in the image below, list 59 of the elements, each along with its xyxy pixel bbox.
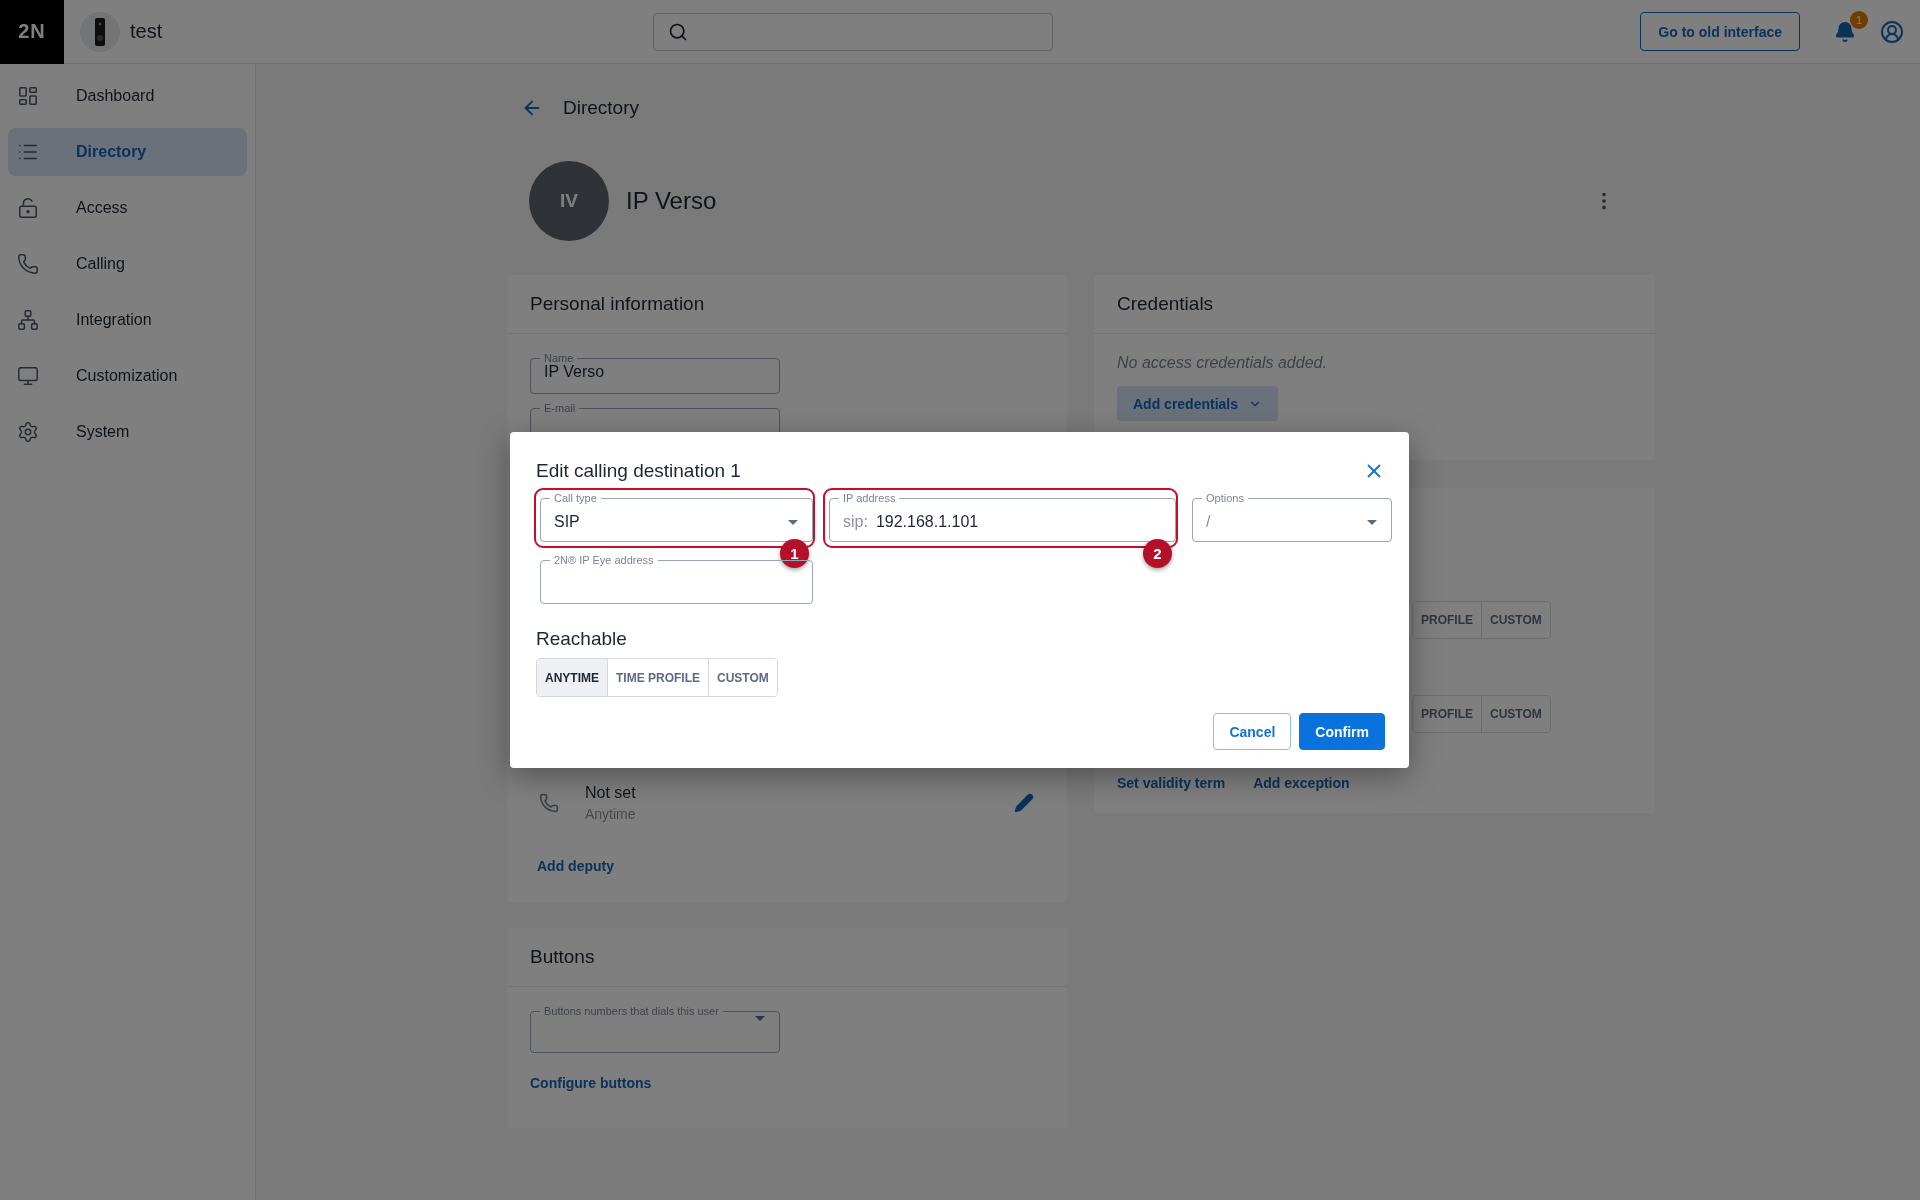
edit-icon[interactable] bbox=[1014, 793, 1034, 813]
search-field[interactable] bbox=[653, 12, 1054, 51]
field-value: IP Verso bbox=[544, 363, 606, 381]
empty-credentials-text: No access credentials added. bbox=[1117, 354, 1328, 372]
add-deputy-link[interactable]: Add deputy bbox=[537, 858, 1044, 874]
sidebar-item[interactable]: Directory bbox=[8, 128, 247, 176]
avatar: IV bbox=[529, 161, 609, 241]
monitor-icon bbox=[17, 365, 39, 387]
add-credentials-button[interactable]: Add credentials bbox=[1117, 386, 1279, 421]
segment-button[interactable]: CUSTOM bbox=[1481, 696, 1550, 732]
field-value: 192.168.1.101 bbox=[875, 513, 980, 531]
intercom-device-icon bbox=[80, 11, 120, 52]
input-field[interactable]: IP address sip: 192.168.1.101 bbox=[829, 494, 1176, 542]
network-icon bbox=[17, 309, 39, 331]
device-name: test bbox=[130, 20, 163, 43]
caret-icon bbox=[1367, 519, 1377, 525]
destination-text: Not set bbox=[585, 784, 637, 802]
phone-icon bbox=[17, 253, 39, 275]
notifications-icon[interactable] bbox=[1834, 20, 1856, 43]
callout-number: 1 bbox=[780, 539, 809, 568]
sidebar-item[interactable]: Customization bbox=[8, 352, 247, 400]
reachability-text: Anytime bbox=[585, 806, 637, 822]
old-interface-button[interactable]: Go to old interface bbox=[1640, 12, 1800, 51]
dialog-title: Edit calling destination 1 bbox=[536, 460, 741, 482]
sidebar-item[interactable]: System bbox=[8, 408, 247, 456]
configure-buttons-link[interactable]: Configure buttons bbox=[530, 1075, 1044, 1091]
confirm-button[interactable]: Confirm bbox=[1299, 713, 1385, 750]
section-title: Reachable bbox=[536, 628, 628, 650]
sidebar-item[interactable]: Dashboard bbox=[8, 72, 247, 120]
dropdown-field[interactable]: Options / bbox=[1192, 494, 1392, 542]
sidebar-item[interactable]: Calling bbox=[8, 240, 247, 288]
dropdown-field[interactable]: Call type SIP bbox=[540, 494, 813, 542]
card-title: Credentials bbox=[1094, 275, 1655, 334]
phone-icon bbox=[539, 793, 559, 813]
search-icon bbox=[668, 21, 689, 42]
user-name: IP Verso bbox=[626, 187, 717, 215]
cancel-button[interactable]: Cancel bbox=[1213, 713, 1292, 750]
dropdown-field[interactable]: Buttons numbers that dials this user bbox=[530, 1007, 780, 1053]
notification-count: 1 bbox=[1850, 10, 1868, 29]
settings-icon bbox=[17, 421, 39, 443]
sidebar-item[interactable]: Access bbox=[8, 184, 247, 232]
caret-icon bbox=[788, 519, 798, 525]
page-title: Directory bbox=[563, 97, 639, 119]
reachable-option[interactable]: CUSTOM bbox=[708, 659, 777, 696]
user-icon[interactable] bbox=[1880, 19, 1904, 44]
callout-number: 2 bbox=[1143, 539, 1172, 568]
card-title: Buttons bbox=[507, 928, 1067, 987]
dashboard-icon bbox=[17, 85, 39, 107]
input-field[interactable]: Name IP Verso bbox=[530, 354, 780, 394]
prefix-text: sip: bbox=[843, 513, 868, 531]
access-link[interactable]: Set validity term bbox=[1117, 775, 1226, 791]
reachable-option[interactable]: ANYTIME bbox=[537, 659, 607, 696]
padlock-icon bbox=[17, 197, 39, 219]
caret-icon bbox=[755, 1016, 765, 1021]
access-link[interactable]: Add exception bbox=[1253, 775, 1350, 791]
segment-button[interactable]: CUSTOM bbox=[1481, 602, 1550, 638]
sidebar-item[interactable]: Integration bbox=[8, 296, 247, 344]
card-title: Personal information bbox=[507, 275, 1067, 334]
brand-logo[interactable]: 2N bbox=[0, 0, 64, 64]
